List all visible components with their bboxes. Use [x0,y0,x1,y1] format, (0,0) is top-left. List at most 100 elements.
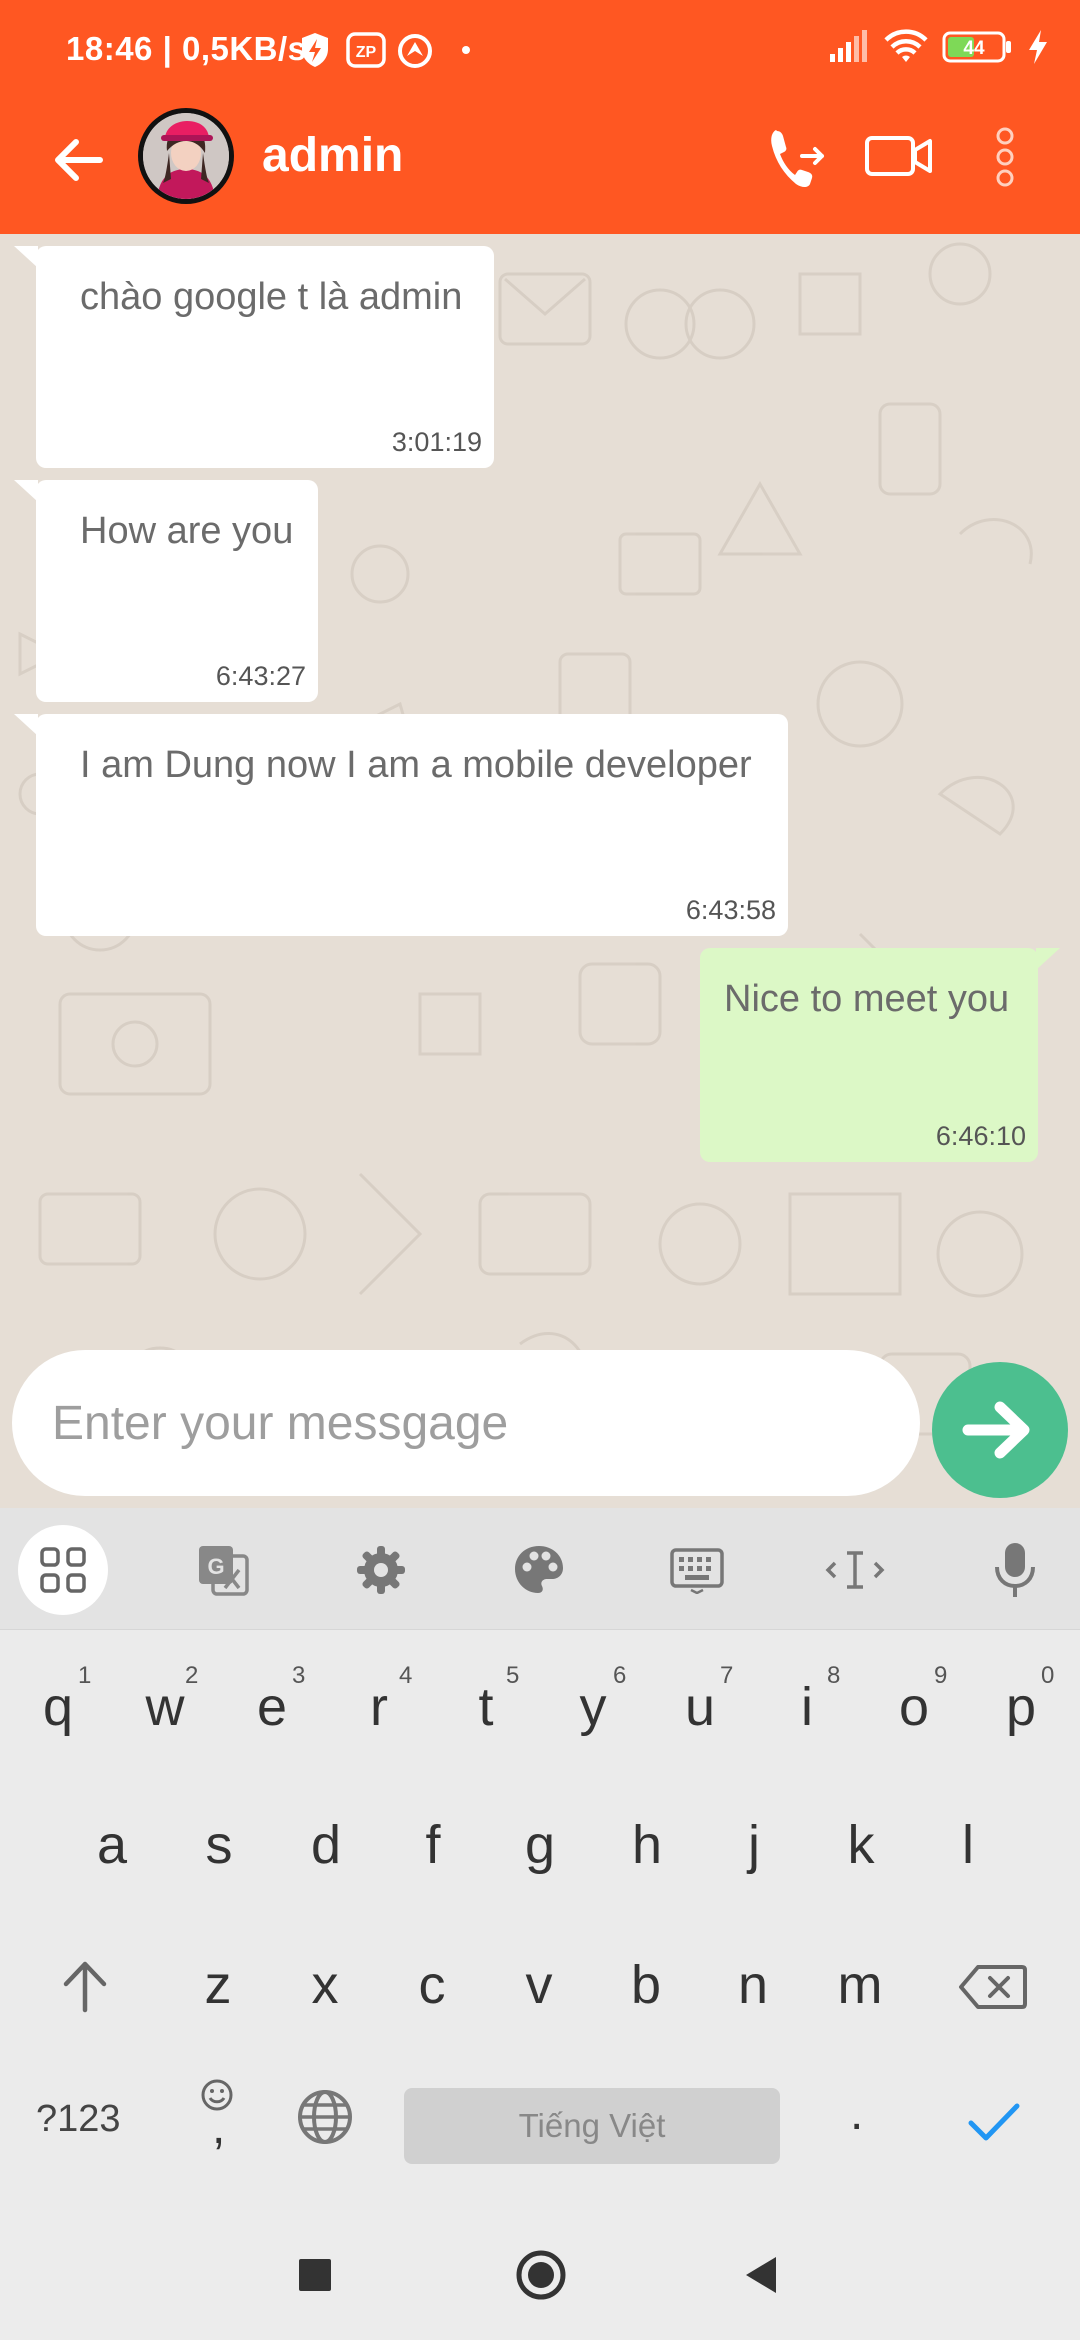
palette-icon [515,1546,563,1593]
message-time: 6:43:58 [685,895,776,925]
key-label: c [418,1955,446,2015]
message-bubble[interactable]: chào google t là admin 3:01:19 [36,246,494,468]
voice-call-icon[interactable] [766,124,826,190]
key-n[interactable]: n [723,1954,783,2016]
key-label: q [42,1677,74,1737]
message-bubble-outgoing[interactable]: Nice to meet you 6:46:10 [700,948,1038,1162]
svg-text:G: G [207,1554,224,1579]
status-right-icons: 44 [828,28,1050,66]
key-label: e [256,1677,288,1737]
key-r[interactable]: r4 [349,1662,412,1738]
key-label: n [737,1955,769,2015]
battery-level: 44 [963,38,985,59]
key-s[interactable]: s [189,1814,249,1876]
key-label: h [631,1815,663,1875]
key-l[interactable]: l [938,1814,998,1876]
key-label: r [370,1677,388,1737]
key-f[interactable]: f [403,1814,463,1876]
key-y[interactable]: y6 [563,1662,627,1738]
key-label: p [1005,1677,1037,1737]
wifi-icon [884,29,928,62]
globe-language-key[interactable] [296,2088,354,2146]
symbols-key[interactable]: ?123 [36,2098,121,2141]
key-w[interactable]: w2 [135,1662,199,1738]
message-bubble[interactable]: I am Dung now I am a mobile developer 6:… [36,714,788,936]
key-h[interactable]: h [617,1814,677,1876]
key-label: x [311,1955,339,2015]
message-bubble[interactable]: How are you 6:43:27 [36,480,318,702]
keyboard-layout-button[interactable] [652,1525,742,1615]
space-bar[interactable]: Tiếng Việt [404,2088,780,2164]
key-label: j [748,1815,760,1875]
apps-grid-button[interactable] [18,1525,108,1615]
key-x[interactable]: x [295,1954,355,2016]
key-label: s [205,1815,233,1875]
key-label: z [204,1955,232,2015]
message-time: 3:01:19 [391,427,482,457]
voice-input-button[interactable] [970,1525,1060,1615]
key-q[interactable]: q1 [28,1662,91,1738]
key-number-hint: 8 [827,1662,841,1689]
period-key[interactable]: . [850,2086,863,2141]
key-u[interactable]: u7 [670,1662,733,1738]
key-b[interactable]: b [616,1954,676,2016]
recents-square-icon[interactable] [298,2258,332,2292]
settings-button[interactable] [336,1525,426,1615]
key-m[interactable]: m [830,1954,890,2016]
key-number-hint: 3 [292,1662,306,1689]
gear-icon [357,1546,405,1594]
chat-area[interactable]: chào google t là admin 3:01:19 How are y… [0,234,1080,1508]
enter-check-key[interactable] [966,2100,1022,2144]
key-label: w [145,1677,185,1737]
key-c[interactable]: c [402,1954,462,2016]
key-p[interactable]: p0 [991,1662,1054,1738]
svg-text:ZP: ZP [356,44,377,61]
key-label: t [478,1677,494,1737]
message-composer[interactable] [12,1350,920,1496]
key-z[interactable]: z [188,1954,248,2016]
theme-button[interactable] [494,1525,584,1615]
key-label: d [310,1815,342,1875]
status-time-speed: 18:46 | 0,5KB/s [66,30,307,67]
send-button[interactable] [932,1362,1068,1498]
bubble-tail [14,246,38,268]
translate-button[interactable]: G [178,1525,268,1615]
key-e[interactable]: e3 [242,1662,305,1738]
contact-name[interactable]: admin [262,128,403,183]
contact-avatar[interactable] [138,108,234,204]
home-circle-icon[interactable] [514,2248,568,2302]
video-call-icon[interactable] [864,132,934,180]
zalopay-icon: ZP [346,32,386,68]
backspace-key[interactable] [958,1964,1028,2010]
key-g[interactable]: g [510,1814,570,1876]
key-number-hint: 2 [185,1662,199,1689]
key-number-hint: 7 [720,1662,734,1689]
soft-keyboard: G q 1 w 2 e 3 r 4 t 5 y 6 u 7 i 8 o 9 p … [0,1508,1080,2210]
shift-key[interactable] [60,1958,110,2014]
key-t[interactable]: t5 [456,1662,519,1738]
emoji-comma-key[interactable]: , [200,2078,240,2158]
navigation-app-icon [398,34,432,68]
message-time: 6:46:10 [935,1121,1026,1151]
back-arrow-icon[interactable] [48,130,108,190]
key-i[interactable]: i8 [777,1662,840,1738]
key-o[interactable]: o9 [884,1662,947,1738]
key-label: l [962,1815,974,1875]
message-text: Nice to meet you [724,978,1010,1020]
key-k[interactable]: k [831,1814,891,1876]
message-text: I am Dung now I am a mobile developer [80,744,752,786]
key-v[interactable]: v [509,1954,569,2016]
key-j[interactable]: j [724,1814,784,1876]
key-a[interactable]: a [82,1814,142,1876]
key-number-hint: 5 [506,1662,520,1689]
system-navigation-bar [0,2210,1080,2340]
message-input[interactable] [52,1350,892,1496]
status-bar: 18:46 | 0,5KB/s ZP 44 [0,0,1080,100]
more-options-icon[interactable] [990,124,1020,190]
key-number-hint: 0 [1041,1662,1055,1689]
back-triangle-icon[interactable] [742,2254,780,2296]
key-d[interactable]: d [296,1814,356,1876]
key-label: a [96,1815,128,1875]
translate-icon: G [199,1546,249,1596]
cursor-control-button[interactable] [810,1525,900,1615]
